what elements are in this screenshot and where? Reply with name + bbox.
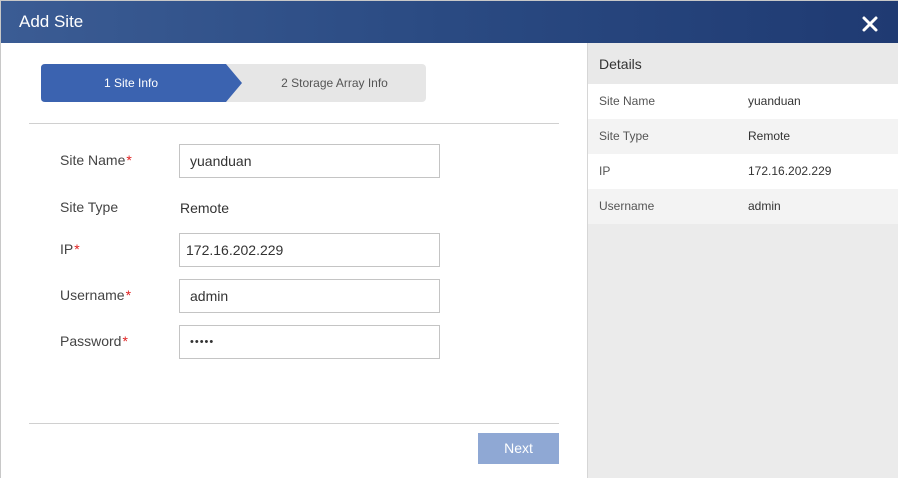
site-name-label: Site Name* [60, 152, 132, 168]
details-row: Site Name yuanduan [588, 84, 898, 119]
required-marker: * [126, 152, 132, 168]
divider-top [29, 123, 559, 124]
site-type-value: Remote [180, 200, 230, 216]
site-name-input[interactable] [179, 144, 440, 178]
details-key: Username [599, 199, 655, 213]
required-marker: * [125, 287, 132, 303]
details-header: Details [588, 43, 898, 84]
ip-label: IP* [60, 241, 80, 257]
divider-bottom [29, 423, 559, 424]
site-name-label-text: Site Name [60, 152, 126, 168]
details-title: Details [599, 56, 642, 72]
form-panel: 1 Site Info 2 Storage Array Info Site Na… [1, 43, 587, 478]
details-value: Remote [748, 129, 791, 143]
username-label: Username* [60, 287, 131, 303]
step-storage-array-info[interactable]: 2 Storage Array Info [243, 64, 426, 102]
password-input[interactable] [179, 325, 440, 359]
details-row: Site Type Remote [588, 119, 898, 154]
details-value: yuanduan [748, 94, 801, 108]
username-label-text: Username [60, 287, 125, 303]
required-marker: * [74, 241, 80, 257]
details-row: IP 172.16.202.229 [588, 154, 898, 189]
details-row: Username admin [588, 189, 898, 224]
dialog-titlebar: Add Site [1, 1, 898, 43]
password-label-text: Password [60, 333, 122, 349]
site-type-label: Site Type [60, 199, 119, 215]
add-site-dialog: Add Site 1 Site Info 2 Storage Array Inf… [0, 0, 898, 478]
required-marker: * [122, 333, 128, 349]
ip-input[interactable] [179, 233, 440, 267]
wizard-steps: 1 Site Info 2 Storage Array Info [41, 64, 427, 102]
ip-label-text: IP [60, 241, 74, 257]
details-key: Site Type [599, 129, 649, 143]
details-value: admin [748, 199, 781, 213]
password-label: Password* [60, 333, 128, 349]
details-value: 172.16.202.229 [748, 164, 832, 178]
dialog-title: Add Site [19, 12, 84, 31]
next-button[interactable]: Next [478, 433, 559, 464]
step-site-info-label: 1 Site Info [103, 76, 159, 90]
details-panel: Details Site Name yuanduan Site Type Rem… [587, 43, 898, 478]
details-key: Site Name [599, 94, 656, 108]
step-storage-array-info-label: 2 Storage Array Info [281, 76, 388, 90]
step-site-info[interactable]: 1 Site Info [41, 64, 243, 102]
details-key: IP [599, 164, 611, 178]
close-icon[interactable] [859, 13, 881, 35]
username-input[interactable] [179, 279, 440, 313]
